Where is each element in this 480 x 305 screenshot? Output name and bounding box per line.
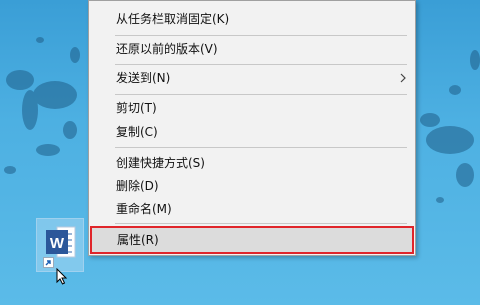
shortcut-arrow-icon: [43, 257, 54, 268]
menu-item-label: 属性(R): [117, 233, 159, 247]
menu-item-label: 重命名(M): [116, 202, 172, 216]
context-menu: 从任务栏取消固定(K) 还原以前的版本(V) 发送到(N) 剪切(T) 复制(C…: [88, 0, 416, 256]
menu-item-send-to[interactable]: 发送到(N): [90, 66, 414, 90]
mouse-cursor-icon: [56, 268, 68, 285]
menu-separator: [115, 94, 407, 95]
menu-item-label: 删除(D): [116, 179, 159, 193]
menu-separator: [115, 147, 407, 148]
menu-item-cut[interactable]: 剪切(T): [90, 96, 414, 120]
menu-item-label: 创建快捷方式(S): [116, 156, 205, 170]
menu-item-label: 剪切(T): [116, 101, 157, 115]
chevron-right-icon: [400, 73, 406, 83]
menu-item-label: 还原以前的版本(V): [116, 42, 218, 56]
word-letter: W: [50, 235, 65, 252]
menu-separator: [115, 35, 407, 36]
menu-item-copy[interactable]: 复制(C): [90, 120, 414, 144]
menu-item-label: 复制(C): [116, 125, 158, 139]
menu-item-label: 从任务栏取消固定(K): [116, 12, 230, 26]
menu-item-rename[interactable]: 重命名(M): [90, 197, 414, 221]
menu-item-unpin-taskbar[interactable]: 从任务栏取消固定(K): [90, 7, 414, 31]
word-shortcut-desktop-icon[interactable]: W: [36, 218, 84, 272]
menu-item-delete[interactable]: 删除(D): [90, 174, 414, 198]
menu-item-create-shortcut[interactable]: 创建快捷方式(S): [90, 151, 414, 175]
menu-item-label: 发送到(N): [116, 71, 171, 85]
menu-separator: [115, 64, 407, 65]
menu-item-restore-previous-versions[interactable]: 还原以前的版本(V): [90, 37, 414, 61]
menu-item-properties[interactable]: 属性(R): [90, 226, 414, 254]
menu-separator: [115, 223, 407, 224]
